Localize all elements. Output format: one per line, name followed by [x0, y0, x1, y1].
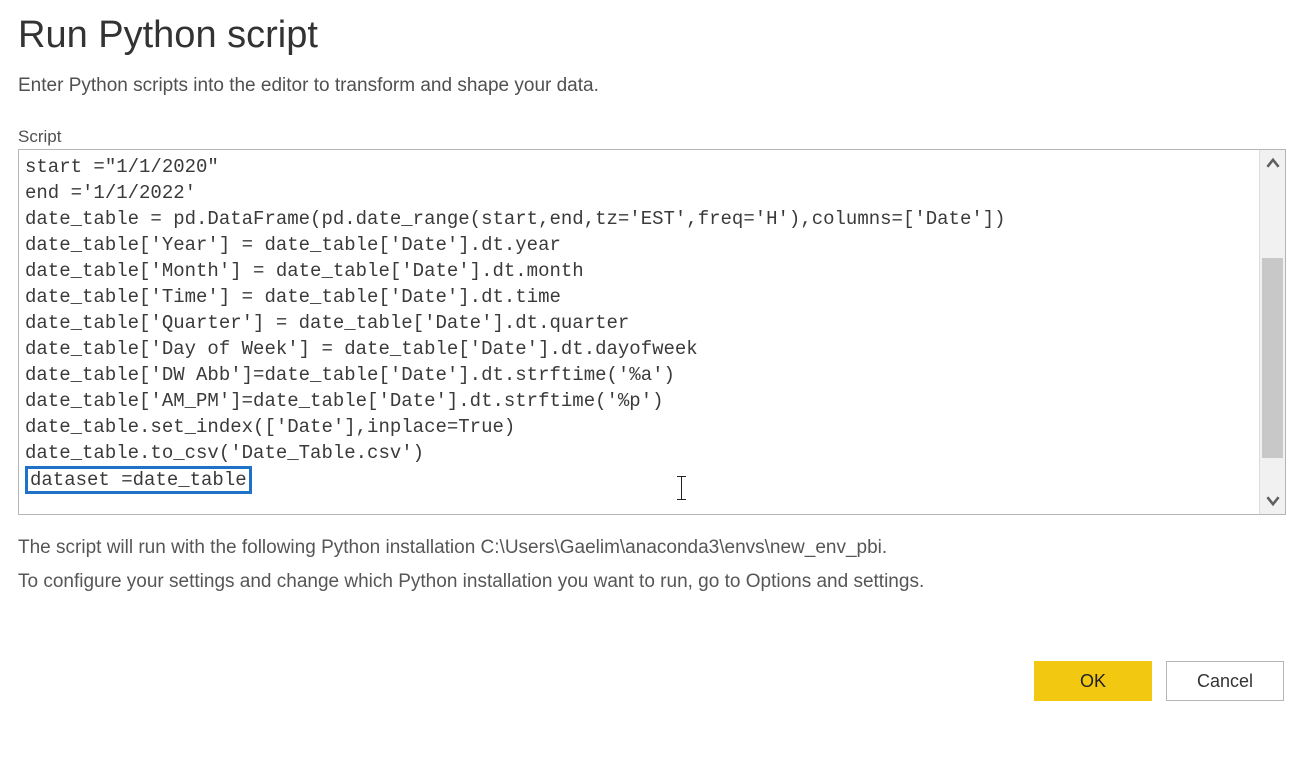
- scrollbar-track[interactable]: [1260, 178, 1285, 486]
- dialog-button-row: OK Cancel: [18, 661, 1286, 701]
- python-install-path-text: The script will run with the following P…: [18, 533, 1286, 563]
- text-cursor-icon: [681, 476, 682, 500]
- highlighted-code-line: dataset =date_table: [25, 466, 252, 494]
- dialog-title: Run Python script: [18, 14, 1286, 57]
- scroll-up-icon[interactable]: [1260, 150, 1285, 178]
- script-editor-container: start ="1/1/2020" end ='1/1/2022' date_t…: [18, 149, 1286, 515]
- script-field-label: Script: [18, 127, 1286, 147]
- dialog-subtitle: Enter Python scripts into the editor to …: [18, 75, 1286, 97]
- script-editor[interactable]: start ="1/1/2020" end ='1/1/2022' date_t…: [19, 150, 1259, 514]
- run-python-script-dialog: Run Python script Enter Python scripts i…: [0, 0, 1304, 719]
- scrollbar-thumb[interactable]: [1262, 258, 1283, 458]
- cancel-button[interactable]: Cancel: [1166, 661, 1284, 701]
- configure-settings-hint: To configure your settings and change wh…: [18, 567, 1286, 597]
- ok-button[interactable]: OK: [1034, 661, 1152, 701]
- scroll-down-icon[interactable]: [1260, 486, 1285, 514]
- vertical-scrollbar[interactable]: [1259, 150, 1285, 514]
